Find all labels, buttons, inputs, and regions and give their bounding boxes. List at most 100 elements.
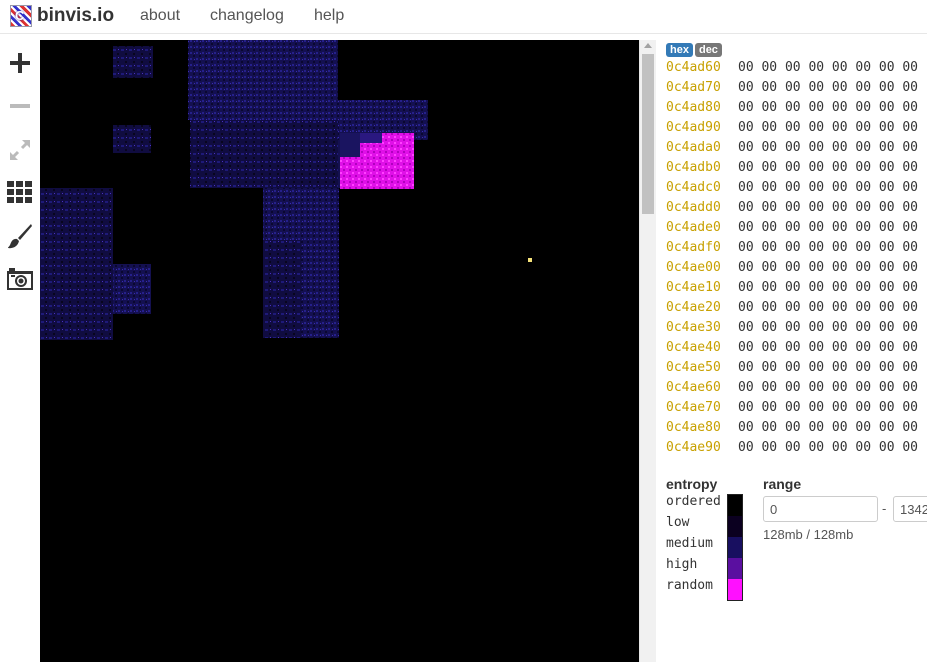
hex-address[interactable]: 0c4ada0 xyxy=(666,140,738,155)
scroll-thumb[interactable] xyxy=(642,54,654,214)
scroll-up-arrow-icon[interactable] xyxy=(644,43,652,48)
hex-address[interactable]: 0c4ae90 xyxy=(666,440,738,455)
hex-address[interactable]: 0c4ade0 xyxy=(666,220,738,235)
zoom-out-button[interactable] xyxy=(5,91,35,121)
hex-row: 0c4ad90 00 00 00 00 00 00 00 00 xyxy=(666,120,918,140)
snapshot-button[interactable] xyxy=(5,264,35,294)
binvis-logo-icon: C xyxy=(10,5,32,27)
brand-name: binvis.io xyxy=(37,5,115,26)
entropy-level-label: high xyxy=(666,557,698,572)
hex-dump: 0c4ad60 00 00 00 00 00 00 00 00 0c4ad70 00 … xyxy=(666,60,918,460)
expand-button[interactable] xyxy=(5,135,35,165)
hex-address[interactable]: 0c4adf0 xyxy=(666,240,738,255)
binary-visualization-canvas[interactable] xyxy=(40,40,639,662)
hex-address[interactable]: 0c4ae60 xyxy=(666,380,738,395)
grid-button[interactable] xyxy=(5,177,35,207)
hex-row: 0c4ae00 00 00 00 00 00 00 00 00 xyxy=(666,260,918,280)
hex-bytes: 00 00 00 00 00 00 00 00 xyxy=(738,160,919,175)
entropy-legend-title: entropy xyxy=(666,476,718,492)
entropy-map xyxy=(40,40,532,340)
grid-icon xyxy=(7,181,32,203)
brush-icon xyxy=(8,224,32,249)
hex-bytes: 00 00 00 00 00 00 00 00 xyxy=(738,340,919,355)
top-navbar: C binvis.io about changelog help xyxy=(0,0,927,34)
hex-address[interactable]: 0c4ad70 xyxy=(666,80,738,95)
hex-bytes: 00 00 00 00 00 00 00 00 xyxy=(738,100,919,115)
hex-address[interactable]: 0c4ae80 xyxy=(666,420,738,435)
format-toggle: hex dec xyxy=(666,43,722,57)
hex-address[interactable]: 0c4adc0 xyxy=(666,180,738,195)
hex-address[interactable]: 0c4ad80 xyxy=(666,100,738,115)
hex-bytes: 00 00 00 00 00 00 00 00 xyxy=(738,400,919,415)
hex-bytes: 00 00 00 00 00 00 00 00 xyxy=(738,80,919,95)
hex-address[interactable]: 0c4ae50 xyxy=(666,360,738,375)
entropy-swatch xyxy=(728,579,742,600)
hex-row: 0c4adc0 00 00 00 00 00 00 00 00 xyxy=(666,180,918,200)
hex-bytes: 00 00 00 00 00 00 00 00 xyxy=(738,140,919,155)
hex-row: 0c4ae60 00 00 00 00 00 00 00 00 xyxy=(666,380,918,400)
hex-bytes: 00 00 00 00 00 00 00 00 xyxy=(738,320,919,335)
nav-changelog-link[interactable]: changelog xyxy=(210,7,284,25)
hex-row: 0c4ae20 00 00 00 00 00 00 00 00 xyxy=(666,300,918,320)
entropy-swatch xyxy=(728,495,742,516)
hex-bytes: 00 00 00 00 00 00 00 00 xyxy=(738,440,919,455)
canvas-scrollbar[interactable] xyxy=(639,40,656,662)
hex-row: 0c4ada0 00 00 00 00 00 00 00 00 xyxy=(666,140,918,160)
nav-help-link[interactable]: help xyxy=(314,7,344,25)
hex-bytes: 00 00 00 00 00 00 00 00 xyxy=(738,60,919,75)
range-separator: - xyxy=(882,501,887,516)
hex-address[interactable]: 0c4ad60 xyxy=(666,60,738,75)
hex-bytes: 00 00 00 00 00 00 00 00 xyxy=(738,120,919,135)
hex-row: 0c4ad80 00 00 00 00 00 00 00 00 xyxy=(666,100,918,120)
hex-row: 0c4ae40 00 00 00 00 00 00 00 00 xyxy=(666,340,918,360)
hex-row: 0c4ad70 00 00 00 00 00 00 00 00 xyxy=(666,80,918,100)
brand-link[interactable]: C binvis.io xyxy=(10,5,114,27)
hex-row: 0c4ae50 00 00 00 00 00 00 00 00 xyxy=(666,360,918,380)
zoom-out-icon xyxy=(10,104,30,108)
hex-row: 0c4ae10 00 00 00 00 00 00 00 00 xyxy=(666,280,918,300)
hex-address[interactable]: 0c4ae70 xyxy=(666,400,738,415)
entropy-level-label: low xyxy=(666,515,690,530)
hex-mode-badge[interactable]: hex xyxy=(666,43,693,57)
hex-address[interactable]: 0c4add0 xyxy=(666,200,738,215)
entropy-legend-labels: ordered low medium high random xyxy=(666,494,721,599)
brush-button[interactable] xyxy=(5,221,35,251)
hex-row: 0c4adb0 00 00 00 00 00 00 00 00 xyxy=(666,160,918,180)
hex-address[interactable]: 0c4ae20 xyxy=(666,300,738,315)
entropy-swatch xyxy=(728,537,742,558)
dec-mode-badge[interactable]: dec xyxy=(694,43,722,57)
hex-row: 0c4ae80 00 00 00 00 00 00 00 00 xyxy=(666,420,918,440)
hex-bytes: 00 00 00 00 00 00 00 00 xyxy=(738,180,919,195)
entropy-color-scale xyxy=(727,494,743,601)
hex-bytes: 00 00 00 00 00 00 00 00 xyxy=(738,300,919,315)
hex-row: 0c4adf0 00 00 00 00 00 00 00 00 xyxy=(666,240,918,260)
zoom-in-icon xyxy=(10,53,30,73)
hex-row: 0c4ae70 00 00 00 00 00 00 00 00 xyxy=(666,400,918,420)
entropy-level-label: random xyxy=(666,578,713,593)
hex-bytes: 00 00 00 00 00 00 00 00 xyxy=(738,200,919,215)
nav-about-link[interactable]: about xyxy=(140,7,180,25)
hex-row: 0c4ae90 00 00 00 00 00 00 00 00 xyxy=(666,440,918,460)
zoom-in-button[interactable] xyxy=(5,48,35,78)
hex-address[interactable]: 0c4ae30 xyxy=(666,320,738,335)
hex-row: 0c4ae30 00 00 00 00 00 00 00 00 xyxy=(666,320,918,340)
hex-row: 0c4add0 00 00 00 00 00 00 00 00 xyxy=(666,200,918,220)
entropy-level-label: ordered xyxy=(666,494,721,509)
hex-bytes: 00 00 00 00 00 00 00 00 xyxy=(738,360,919,375)
range-start-input[interactable] xyxy=(763,496,878,522)
hex-panel: hex dec 0c4ad60 00 00 00 00 00 00 00 00 0c… xyxy=(656,40,927,662)
entropy-level-label: medium xyxy=(666,536,713,551)
hex-row: 0c4ad60 00 00 00 00 00 00 00 00 xyxy=(666,60,918,80)
range-end-input[interactable] xyxy=(893,496,927,522)
hex-bytes: 00 00 00 00 00 00 00 00 xyxy=(738,220,919,235)
hex-address[interactable]: 0c4ae10 xyxy=(666,280,738,295)
range-title: range xyxy=(763,476,802,492)
hex-address[interactable]: 0c4adb0 xyxy=(666,160,738,175)
hex-address[interactable]: 0c4ae00 xyxy=(666,260,738,275)
hex-bytes: 00 00 00 00 00 00 00 00 xyxy=(738,380,919,395)
entropy-swatch xyxy=(728,516,742,537)
hex-bytes: 00 00 00 00 00 00 00 00 xyxy=(738,240,919,255)
hex-address[interactable]: 0c4ad90 xyxy=(666,120,738,135)
entropy-swatch xyxy=(728,558,742,579)
hex-address[interactable]: 0c4ae40 xyxy=(666,340,738,355)
